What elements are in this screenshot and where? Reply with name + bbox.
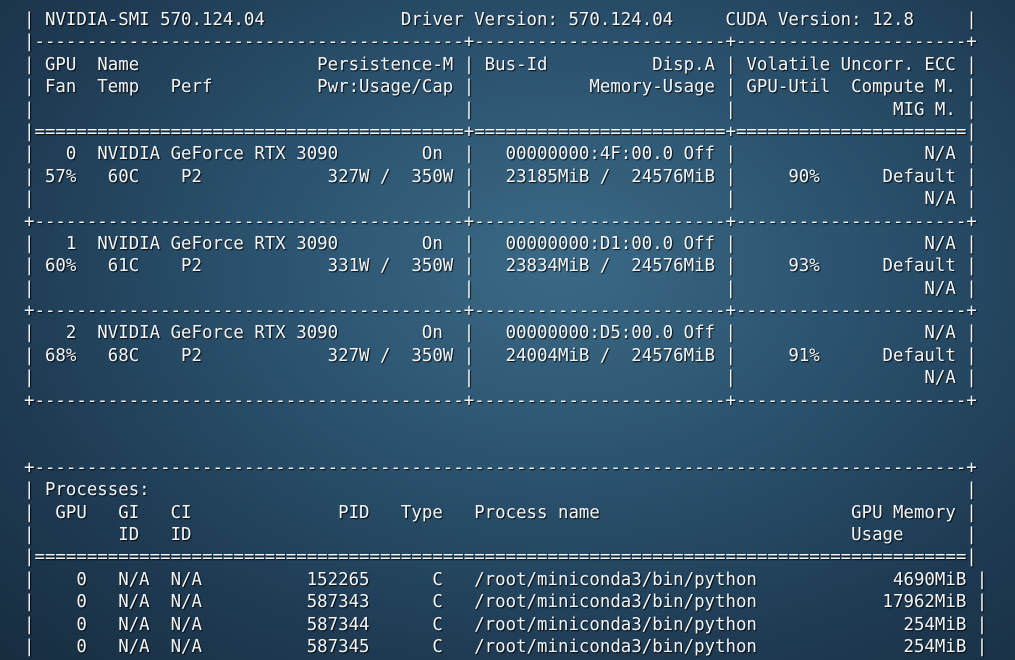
terminal-line: | | | N/A | xyxy=(24,368,977,389)
terminal-line: +---------------------------------------… xyxy=(24,390,977,411)
terminal-line: | 0 NVIDIA GeForce RTX 3090 On | 0000000… xyxy=(24,144,977,165)
terminal-line: | 1 NVIDIA GeForce RTX 3090 On | 0000000… xyxy=(24,233,977,254)
terminal-line: +---------------------------------------… xyxy=(24,211,977,232)
terminal-line: | | | N/A | xyxy=(24,189,977,210)
terminal-line: | 0 N/A N/A 587344 C /root/miniconda3/bi… xyxy=(24,614,988,635)
terminal-line: | NVIDIA-SMI 570.124.04 Driver Version: … xyxy=(24,10,977,30)
terminal-line: | 2 NVIDIA GeForce RTX 3090 On | 0000000… xyxy=(24,323,977,344)
terminal-line: | ID ID Usage | xyxy=(24,524,977,545)
terminal-line: | 68% 68C P2 327W / 350W | 24004MiB / 24… xyxy=(24,345,977,366)
terminal-line: +---------------------------------------… xyxy=(24,301,977,322)
terminal-line: |---------------------------------------… xyxy=(24,32,977,53)
terminal-line: | 0 N/A N/A 152265 C /root/miniconda3/bi… xyxy=(24,569,988,590)
terminal-line: |=======================================… xyxy=(24,121,977,142)
terminal-window[interactable]: | NVIDIA-SMI 570.124.04 Driver Version: … xyxy=(24,9,1014,659)
terminal-line: | GPU Name Persistence-M | Bus-Id Disp.A… xyxy=(24,54,977,75)
terminal-line: | 60% 61C P2 331W / 350W | 23834MiB / 24… xyxy=(24,256,977,277)
terminal-line: +---------------------------------------… xyxy=(24,457,977,478)
terminal-line: | 57% 60C P2 327W / 350W | 23185MiB / 24… xyxy=(24,166,977,187)
terminal-line: | Processes: | xyxy=(24,480,977,501)
terminal-line: | 0 N/A N/A 587345 C /root/miniconda3/bi… xyxy=(24,636,988,657)
terminal-line: | 0 N/A N/A 587343 C /root/miniconda3/bi… xyxy=(24,592,988,613)
terminal-line: | | | MIG M. | xyxy=(24,99,977,120)
terminal-line: | | | N/A | xyxy=(24,278,977,299)
terminal-line: | Fan Temp Perf Pwr:Usage/Cap | Memory-U… xyxy=(24,77,977,98)
terminal-line: | GPU GI CI PID Type Process name GPU Me… xyxy=(24,502,977,523)
terminal-output: | NVIDIA-SMI 570.124.04 Driver Version: … xyxy=(24,9,1014,658)
terminal-line: |=======================================… xyxy=(24,547,977,568)
